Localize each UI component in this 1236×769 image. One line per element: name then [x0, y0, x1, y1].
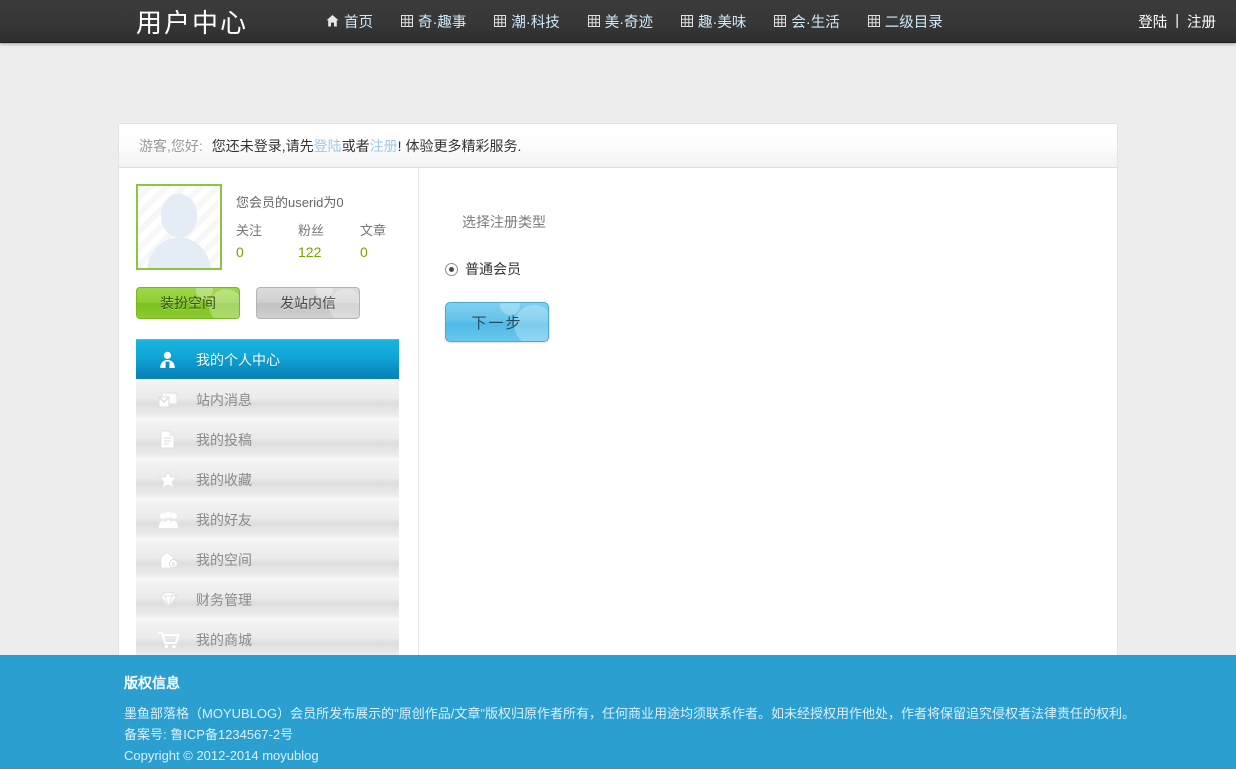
notice-login-link[interactable]: 登陆: [314, 136, 342, 156]
stat-value: 0: [236, 244, 244, 260]
decorate-space-label: 装扮空间: [160, 295, 216, 311]
stat-following[interactable]: 关注 0: [236, 220, 298, 260]
sidebar-item-personal-center[interactable]: 我的个人中心: [136, 339, 399, 379]
sidebar-item-label: 我的空间: [196, 551, 252, 568]
footer-copyright-notice: 墨鱼部落格（MOYUBLOG）会员所发布展示的"原创作品/文章"版权归原作者所有…: [124, 706, 1135, 721]
notice-bar: 游客,您好: 您还未登录,请先 登陆 或者 注册 ! 体验更多精彩服务.: [118, 123, 1118, 168]
sidebar-item-my-space[interactable]: S 我的空间: [136, 539, 399, 579]
star-icon: [158, 470, 184, 489]
footer: 版权信息 墨鱼部落格（MOYUBLOG）会员所发布展示的"原创作品/文章"版权归…: [0, 655, 1236, 769]
notice-greeting: 游客,您好:: [139, 137, 203, 154]
nav-item-label: 奇·趣事: [418, 14, 467, 31]
footer-icp-number: 备案号: 鲁ICP备1234567-2号: [124, 727, 294, 742]
grid-icon: [681, 15, 694, 27]
body-panel: 您会员的userid为0 关注 0 粉丝 122 文章 0 装扮空间 发站内信 …: [118, 168, 1118, 679]
profile-card: 您会员的userid为0 关注 0 粉丝 122 文章 0: [136, 184, 418, 270]
grid-icon: [401, 15, 414, 27]
sidebar-item-label: 我的好友: [196, 511, 252, 528]
home-icon: [326, 15, 339, 27]
nav-item-label: 趣·美味: [698, 14, 747, 31]
nav-item-qumeiwei[interactable]: 趣·美味: [667, 11, 760, 32]
sidebar-menu: 我的个人中心 站内消息 我的投稿 我的收藏 我的好友 S 我的空间 财务管理 我…: [136, 339, 399, 660]
nav-item-label: 会·生活: [791, 14, 840, 31]
radio-normal-member-label[interactable]: 普通会员: [465, 259, 521, 279]
stat-label: 文章: [360, 223, 387, 238]
stat-articles[interactable]: 文章 0: [360, 220, 422, 260]
stat-label: 粉丝: [298, 223, 325, 238]
document-icon: [158, 430, 184, 449]
grid-icon: [494, 15, 507, 27]
top-header: 用户中心 首页 奇·趣事 潮·科技 美·奇迹 趣·美味 会·生活 二级目录 登陆…: [0, 0, 1236, 43]
radio-normal-member[interactable]: [445, 262, 458, 276]
page-wrap: 游客,您好: 您还未登录,请先 登陆 或者 注册 ! 体验更多精彩服务. 您会员…: [118, 43, 1118, 679]
nav-item-label: 美·奇迹: [604, 14, 654, 31]
sidebar-item-label: 站内消息: [196, 391, 252, 408]
register-link[interactable]: 注册: [1185, 11, 1218, 32]
user-center-icon: [158, 351, 184, 369]
sidebar-item-label: 我的收藏: [196, 471, 252, 488]
registration-type-options: 普通会员: [445, 259, 1117, 279]
stat-value: 0: [360, 244, 368, 260]
login-link[interactable]: 登陆: [1136, 11, 1169, 32]
sidebar-item-messages[interactable]: 站内消息: [136, 379, 399, 419]
site-logo: 用户中心: [136, 7, 249, 38]
userid-line: 您会员的userid为0: [236, 195, 344, 210]
diamond-icon: [158, 591, 184, 609]
notice-text-after: ! 体验更多精彩服务.: [397, 137, 522, 154]
footer-copyright-years: Copyright © 2012-2014 moyublog: [124, 748, 319, 763]
sidebar-item-store[interactable]: 我的商城: [136, 619, 399, 659]
sidebar-item-label: 我的商城: [196, 631, 252, 648]
stat-followers[interactable]: 粉丝 122: [298, 220, 360, 260]
nav-item-meiqiji[interactable]: 美·奇迹: [574, 11, 667, 32]
notice-text-before: 您还未登录,请先: [211, 137, 314, 154]
notice-register-link[interactable]: 注册: [370, 136, 398, 156]
house-icon: S: [157, 550, 184, 569]
auth-separator: |: [1175, 13, 1179, 29]
avatar-silhouette-icon: [146, 193, 212, 268]
stat-label: 关注: [236, 223, 263, 238]
people-icon: [158, 511, 184, 529]
footer-inner: 版权信息 墨鱼部落格（MOYUBLOG）会员所发布展示的"原创作品/文章"版权归…: [118, 673, 1135, 766]
nav-item-qiqushi[interactable]: 奇·趣事: [387, 11, 480, 32]
decorate-space-button[interactable]: 装扮空间: [136, 287, 240, 319]
stats-row: 关注 0 粉丝 122 文章 0: [236, 220, 422, 260]
footer-title: 版权信息: [124, 675, 180, 691]
next-step-button[interactable]: 下一步: [445, 302, 549, 342]
sidebar-item-label: 财务管理: [196, 591, 252, 608]
right-content: 选择注册类型 普通会员 下一步: [419, 168, 1117, 678]
notice-between: 或者: [341, 137, 370, 154]
sidebar-item-finance[interactable]: 财务管理: [136, 579, 399, 619]
section-title: 选择注册类型: [462, 214, 546, 230]
sidebar-item-friends[interactable]: 我的好友: [136, 499, 399, 539]
stat-value: 122: [298, 244, 322, 260]
send-message-button[interactable]: 发站内信: [256, 287, 360, 319]
nav-item-label: 二级目录: [884, 14, 943, 31]
main-navigation: 首页 奇·趣事 潮·科技 美·奇迹 趣·美味 会·生活 二级目录: [312, 11, 957, 32]
nav-item-label: 潮·科技: [511, 14, 560, 31]
cart-icon: [158, 631, 184, 649]
avatar[interactable]: [136, 184, 222, 270]
nav-item-secondary-directory[interactable]: 二级目录: [854, 11, 957, 32]
grid-icon: [587, 15, 600, 27]
sidebar-item-submissions[interactable]: 我的投稿: [136, 419, 399, 459]
sidebar-item-label: 我的投稿: [196, 431, 252, 448]
left-column: 您会员的userid为0 关注 0 粉丝 122 文章 0 装扮空间 发站内信 …: [119, 168, 419, 678]
nav-item-label: 首页: [344, 14, 374, 31]
nav-item-chaokeji[interactable]: 潮·科技: [480, 11, 573, 32]
envelope-icon: [158, 391, 184, 408]
next-step-label: 下一步: [471, 314, 523, 332]
nav-item-huishenghuo[interactable]: 会·生活: [760, 11, 853, 32]
profile-meta: 您会员的userid为0 关注 0 粉丝 122 文章 0: [236, 184, 422, 270]
nav-item-home[interactable]: 首页: [312, 11, 387, 32]
svg-text:S: S: [172, 562, 176, 568]
grid-icon: [774, 15, 787, 27]
sidebar-item-favorites[interactable]: 我的收藏: [136, 459, 399, 499]
grid-icon: [867, 15, 880, 27]
auth-links: 登陆 | 注册: [1136, 11, 1218, 32]
sidebar-item-label: 我的个人中心: [196, 351, 280, 368]
send-message-label: 发站内信: [280, 295, 336, 311]
action-buttons: 装扮空间 发站内信: [136, 287, 418, 319]
